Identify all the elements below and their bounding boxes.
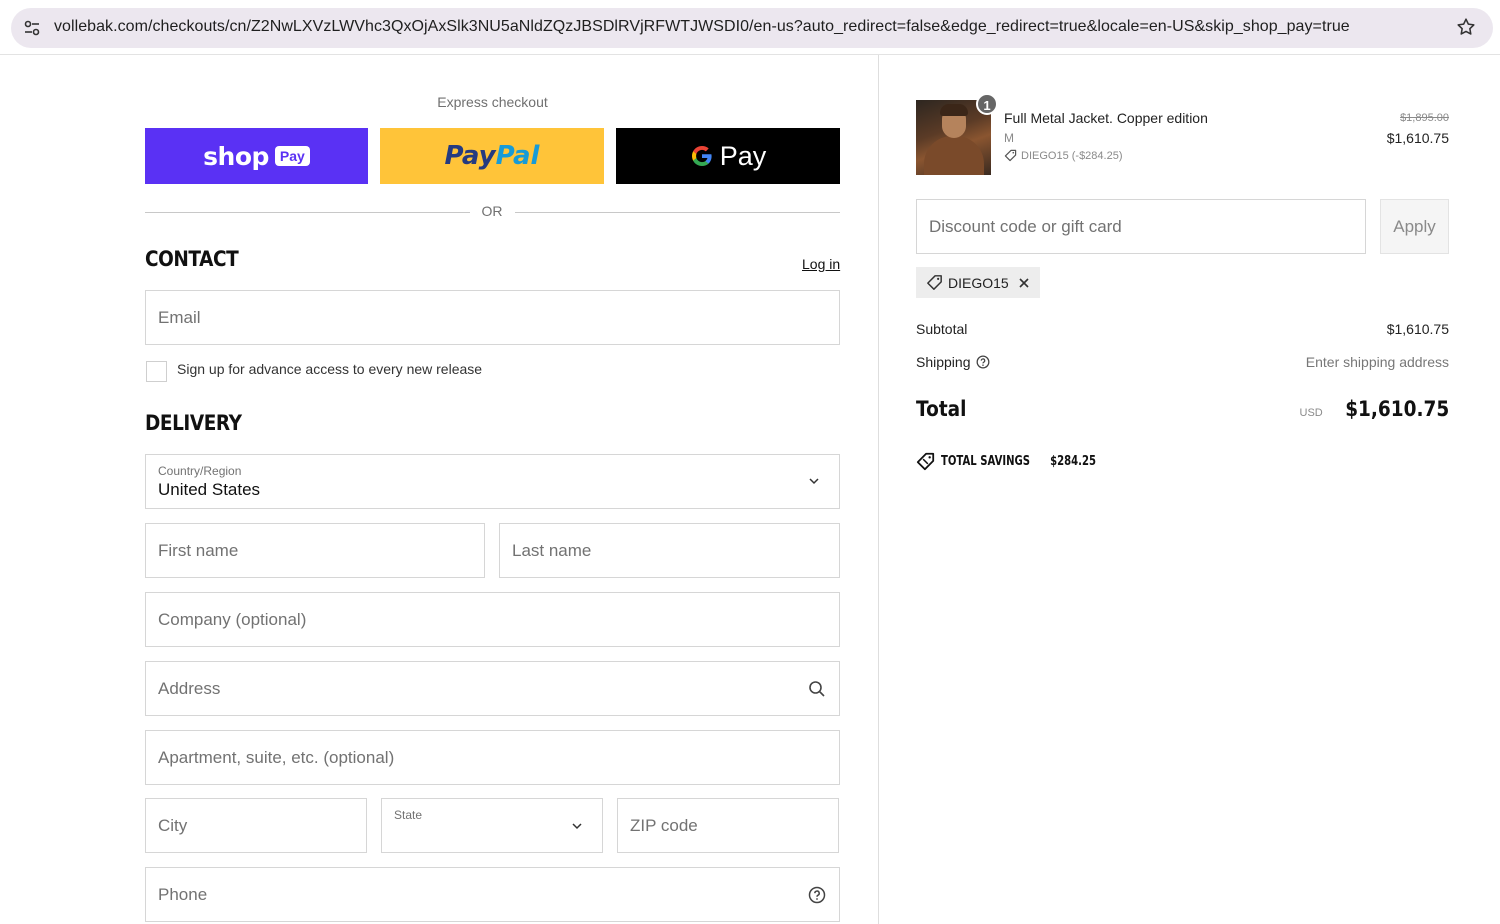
total-savings-amount: $284.25 (1050, 454, 1097, 469)
contact-heading: CONTACT (145, 247, 239, 271)
google-pay-button[interactable]: Pay (616, 128, 840, 184)
checkout-form-column: Express checkout shop Pay PayPal Pay OR … (0, 55, 878, 924)
total-value-group: USD $1,610.75 (1300, 397, 1449, 421)
newsletter-checkbox-label: Sign up for advance access to every new … (177, 361, 483, 377)
total-savings-label: TOTAL SAVINGS (941, 454, 1031, 469)
zip-code-field[interactable] (617, 798, 839, 853)
product-discount-text: DIEGO15 (-$284.25) (1021, 149, 1123, 162)
product-thumbnail-hair (940, 104, 968, 116)
phone-field[interactable] (145, 867, 840, 922)
product-name: Full Metal Jacket. Copper edition (1004, 110, 1208, 126)
country-select-value: United States (158, 480, 261, 499)
discount-code-field[interactable] (916, 199, 1366, 254)
apartment-input[interactable] (146, 731, 839, 784)
browser-address-bar: vollebak.com/checkouts/cn/Z2NwLXVzLWVhc3… (0, 0, 1500, 55)
company-input[interactable] (146, 593, 839, 646)
chevron-down-icon (572, 823, 582, 830)
city-input[interactable] (146, 799, 366, 852)
close-icon[interactable] (1018, 277, 1030, 289)
site-settings-icon[interactable] (22, 18, 42, 38)
or-divider-left (145, 212, 470, 213)
shop-pay-logo: shop (203, 141, 269, 171)
shipping-label: Shipping (916, 354, 971, 370)
bookmark-star-icon[interactable] (1455, 16, 1477, 38)
apply-button[interactable]: Apply (1380, 199, 1449, 254)
product-variant: M (1004, 131, 1014, 145)
total-amount: $1,610.75 (1344, 397, 1449, 421)
company-field[interactable] (145, 592, 840, 647)
state-select-label: State (394, 808, 423, 822)
paypal-logo-part2: Pal (495, 141, 540, 171)
express-checkout-label: Express checkout (437, 94, 548, 110)
newsletter-checkbox[interactable] (146, 361, 167, 382)
paypal-logo: PayPal (445, 141, 540, 171)
delivery-heading: DELIVERY (145, 411, 242, 435)
paypal-logo-part1: Pay (444, 141, 496, 171)
city-field[interactable] (145, 798, 367, 853)
address-field[interactable] (145, 661, 840, 716)
product-thumbnail-jacket (924, 136, 984, 175)
currency-code: USD (1299, 407, 1323, 419)
google-pay-word: Pay (719, 140, 767, 171)
applied-discount-chip: DIEGO15 (916, 267, 1040, 298)
apartment-field[interactable] (145, 730, 840, 785)
log-in-link[interactable]: Log in (802, 256, 840, 272)
quantity-badge: 1 (976, 93, 998, 115)
product-discount: DIEGO15 (-$284.25) (1004, 149, 1123, 162)
subtotal-label: Subtotal (916, 321, 968, 337)
total-savings: TOTAL SAVINGS $284.25 (916, 452, 1124, 471)
total-label: Total (916, 397, 967, 421)
shipping-row-label: Shipping (916, 354, 990, 370)
search-icon (809, 681, 825, 697)
help-circle-icon[interactable] (976, 355, 990, 369)
total-savings-text: TOTAL SAVINGS $284.25 (941, 454, 1102, 469)
product-price: $1,610.75 (1386, 130, 1449, 146)
email-input[interactable] (146, 291, 839, 344)
phone-input[interactable] (146, 868, 839, 921)
last-name-input[interactable] (500, 524, 839, 577)
first-name-field[interactable] (145, 523, 485, 578)
state-select[interactable]: State (381, 798, 603, 853)
tag-icon (1004, 149, 1017, 162)
shipping-value: Enter shipping address (1305, 354, 1449, 370)
or-label: OR (481, 203, 503, 219)
url-text[interactable]: vollebak.com/checkouts/cn/Z2NwLXVzLWVhc3… (54, 18, 1350, 36)
email-field[interactable] (145, 290, 840, 345)
subtotal-value: $1,610.75 (1386, 321, 1449, 337)
chevron-down-icon (809, 478, 819, 485)
first-name-input[interactable] (146, 524, 484, 577)
shop-pay-button[interactable]: shop Pay (145, 128, 368, 184)
google-g-icon (691, 146, 712, 166)
google-pay-logo: Pay (690, 140, 767, 172)
country-select[interactable]: Country/Region United States (145, 454, 840, 509)
original-price: $1,895.00 (1400, 112, 1449, 124)
savings-tag-icon (916, 452, 935, 471)
address-input[interactable] (146, 662, 839, 715)
or-divider-right (515, 212, 840, 213)
tag-icon (927, 275, 942, 290)
shop-pay-tag: Pay (274, 146, 310, 166)
paypal-button[interactable]: PayPal (380, 128, 604, 184)
discount-code-input[interactable] (917, 200, 1365, 253)
last-name-field[interactable] (499, 523, 840, 578)
applied-discount-code: DIEGO15 (948, 274, 1009, 291)
zip-code-input[interactable] (618, 799, 838, 852)
help-circle-icon[interactable] (808, 886, 826, 904)
country-select-label: Country/Region (158, 464, 242, 478)
order-summary: 1 Full Metal Jacket. Copper edition M DI… (879, 55, 1500, 924)
